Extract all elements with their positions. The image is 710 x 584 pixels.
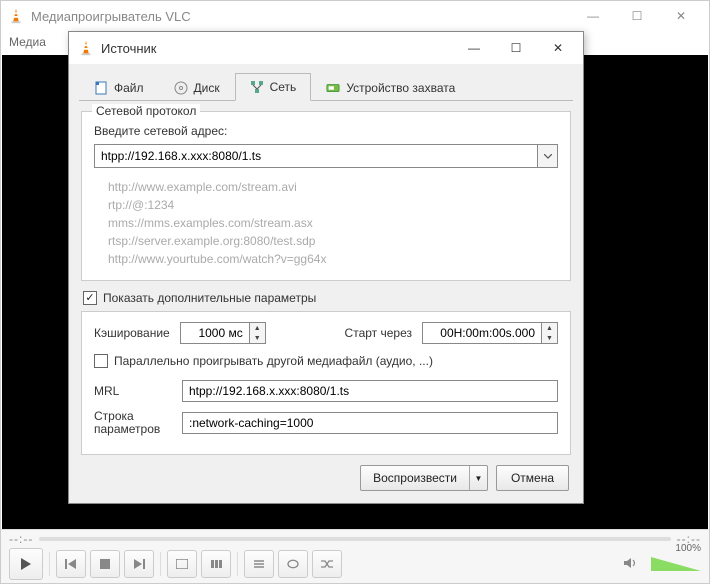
network-icon bbox=[250, 80, 264, 94]
tab-network-label: Сеть bbox=[270, 80, 297, 94]
caching-spinner[interactable]: ▲▼ bbox=[180, 322, 266, 344]
start-up-icon[interactable]: ▲ bbox=[542, 323, 557, 333]
url-dropdown-button[interactable] bbox=[538, 144, 558, 168]
parallel-play-label: Параллельно проигрывать другой медиафайл… bbox=[114, 354, 433, 368]
tab-disc-label: Диск bbox=[194, 81, 220, 95]
tab-network[interactable]: Сеть bbox=[235, 73, 312, 101]
extended-settings-button[interactable] bbox=[201, 550, 231, 578]
volume-slider[interactable]: 100% bbox=[641, 555, 701, 573]
caching-up-icon[interactable]: ▲ bbox=[250, 323, 265, 333]
show-advanced-label: Показать дополнительные параметры bbox=[103, 291, 316, 305]
next-button[interactable] bbox=[124, 550, 154, 578]
parallel-play-checkbox[interactable] bbox=[94, 354, 108, 368]
source-tabs: Файл Диск Сеть Устройство захвата bbox=[79, 72, 573, 101]
file-icon bbox=[94, 81, 108, 95]
vlc-cone-icon bbox=[77, 39, 95, 57]
seek-slider[interactable] bbox=[39, 537, 670, 541]
capture-icon bbox=[326, 81, 340, 95]
caching-down-icon[interactable]: ▼ bbox=[250, 333, 265, 343]
params-input[interactable] bbox=[182, 412, 558, 434]
play-split-button[interactable]: Воспроизвести ▼ bbox=[360, 465, 488, 491]
play-dropdown-icon[interactable]: ▼ bbox=[469, 466, 487, 490]
tab-capture[interactable]: Устройство захвата bbox=[311, 73, 470, 101]
stop-button[interactable] bbox=[90, 550, 120, 578]
start-time-spinner[interactable]: ▲▼ bbox=[422, 322, 558, 344]
play-button-label[interactable]: Воспроизвести bbox=[361, 466, 469, 490]
shuffle-button[interactable] bbox=[312, 550, 342, 578]
open-source-dialog: Источник — ☐ ✕ Файл Диск Сеть bbox=[68, 31, 584, 504]
main-titlebar: Медиапроигрыватель VLC — ☐ ✕ bbox=[1, 1, 709, 31]
params-label: Строка параметров bbox=[94, 410, 172, 436]
fullscreen-button[interactable] bbox=[167, 550, 197, 578]
main-close-button[interactable]: ✕ bbox=[659, 2, 703, 30]
dialog-minimize-button[interactable]: — bbox=[453, 34, 495, 62]
play-button[interactable] bbox=[9, 548, 43, 580]
cancel-button[interactable]: Отмена bbox=[496, 465, 569, 491]
start-down-icon[interactable]: ▼ bbox=[542, 333, 557, 343]
dialog-maximize-button[interactable]: ☐ bbox=[495, 34, 537, 62]
start-time-input[interactable] bbox=[422, 322, 542, 344]
menu-media[interactable]: Медиа bbox=[9, 35, 46, 49]
tab-file-label: Файл bbox=[114, 81, 144, 95]
tab-disc[interactable]: Диск bbox=[159, 73, 235, 101]
vlc-cone-icon bbox=[7, 7, 25, 25]
network-protocol-group: Сетевой протокол Введите сетевой адрес: … bbox=[81, 111, 571, 281]
loop-button[interactable] bbox=[278, 550, 308, 578]
bottom-controls: --:-- --:-- bbox=[1, 529, 709, 583]
mrl-label: MRL bbox=[94, 384, 172, 398]
start-time-label: Старт через bbox=[345, 326, 412, 340]
playlist-button[interactable] bbox=[244, 550, 274, 578]
time-elapsed: --:-- bbox=[9, 532, 33, 546]
cancel-button-label: Отмена bbox=[511, 471, 554, 485]
main-maximize-button[interactable]: ☐ bbox=[615, 2, 659, 30]
group-legend: Сетевой протокол bbox=[92, 104, 200, 118]
disc-icon bbox=[174, 81, 188, 95]
network-url-input[interactable] bbox=[94, 144, 538, 168]
url-label: Введите сетевой адрес: bbox=[94, 124, 558, 138]
volume-percent: 100% bbox=[675, 543, 701, 554]
advanced-panel: Кэширование ▲▼ Старт через ▲▼ Параллельн… bbox=[81, 311, 571, 455]
tab-capture-label: Устройство захвата bbox=[346, 81, 455, 95]
caching-input[interactable] bbox=[180, 322, 250, 344]
mute-icon[interactable] bbox=[623, 557, 637, 572]
dialog-close-button[interactable]: ✕ bbox=[537, 34, 579, 62]
mrl-input[interactable] bbox=[182, 380, 558, 402]
caching-label: Кэширование bbox=[94, 326, 170, 340]
main-window-title: Медиапроигрыватель VLC bbox=[31, 9, 571, 24]
main-minimize-button[interactable]: — bbox=[571, 2, 615, 30]
prev-button[interactable] bbox=[56, 550, 86, 578]
dialog-title: Источник bbox=[101, 41, 453, 56]
dialog-titlebar: Источник — ☐ ✕ bbox=[69, 32, 583, 64]
url-examples: http://www.example.com/stream.avi rtp://… bbox=[108, 178, 554, 268]
show-advanced-checkbox[interactable] bbox=[83, 291, 97, 305]
tab-file[interactable]: Файл bbox=[79, 73, 159, 101]
